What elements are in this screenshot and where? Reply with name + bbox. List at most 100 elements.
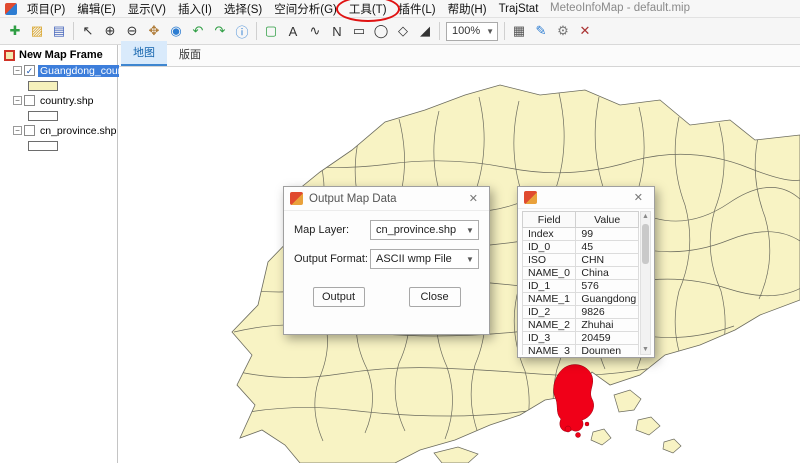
table-row[interactable]: ID_29826 xyxy=(523,306,639,319)
tab-layout[interactable]: 版面 xyxy=(167,43,213,66)
polyline-tool-icon[interactable]: ∿ xyxy=(304,20,326,42)
open-file-icon[interactable]: ▨ xyxy=(26,20,48,42)
zoom-in-icon[interactable]: ⊕ xyxy=(99,20,121,42)
save-icon[interactable]: ▤ xyxy=(48,20,70,42)
table-row[interactable]: ID_1576 xyxy=(523,280,639,293)
layer-row[interactable]: −✓Guangdong_county.shp xyxy=(0,63,117,78)
dialog-titlebar[interactable]: ✕ xyxy=(518,187,654,209)
attribute-table: Field Value Index99ID_045ISOCHNNAME_0Chi… xyxy=(522,211,639,355)
table-row[interactable]: ISOCHN xyxy=(523,254,639,267)
collapse-icon[interactable]: − xyxy=(13,66,22,75)
value-cell: Doumen xyxy=(576,345,639,356)
layer-color-swatch[interactable] xyxy=(28,141,58,151)
zoom-level-value: 100% xyxy=(452,25,480,37)
window-title: MeteoInfoMap - default.mip xyxy=(550,2,690,14)
zoom-previous-icon[interactable]: ↶ xyxy=(187,20,209,42)
value-cell: Zhuhai xyxy=(576,319,639,332)
layer-swatch-row xyxy=(0,108,117,123)
scrollbar-thumb[interactable] xyxy=(642,224,649,264)
layer-row[interactable]: − country.shp xyxy=(0,93,117,108)
table-row[interactable]: NAME_3Doumen xyxy=(523,345,639,356)
toolbar-separator xyxy=(73,22,74,40)
map-layer-value: cn_province.shp xyxy=(376,224,456,236)
layer-name-label[interactable]: cn_province.shp xyxy=(38,125,118,137)
scroll-down-icon[interactable]: ▼ xyxy=(641,346,650,353)
collapse-icon[interactable]: − xyxy=(13,96,22,105)
scroll-up-icon[interactable]: ▲ xyxy=(641,213,650,220)
column-header-value[interactable]: Value xyxy=(576,212,639,228)
chevron-down-icon: ▼ xyxy=(462,221,478,239)
settings-icon[interactable]: ⚙ xyxy=(552,20,574,42)
table-row[interactable]: ID_320459 xyxy=(523,332,639,345)
zoom-next-icon[interactable]: ↷ xyxy=(209,20,231,42)
identify-icon[interactable]: ⓘ xyxy=(231,20,253,42)
north-arrow-icon[interactable]: N xyxy=(326,20,348,42)
tab-map[interactable]: 地图 xyxy=(121,41,167,66)
layer-color-swatch[interactable] xyxy=(28,111,58,121)
value-cell: 99 xyxy=(576,228,639,241)
menu-item-6[interactable]: 空间分析(G) xyxy=(268,0,343,19)
ellipse-tool-icon[interactable]: ◯ xyxy=(370,20,392,42)
layer-visibility-checkbox[interactable] xyxy=(24,95,35,106)
menu-item-10[interactable]: TrajStat xyxy=(493,1,545,17)
select-feature-icon[interactable]: ▢ xyxy=(260,20,282,42)
menu-items: 项目(P)编辑(E)显示(V)插入(I)选择(S)空间分析(G)工具(T)插件(… xyxy=(21,0,544,17)
edit-pencil-icon[interactable]: ✎ xyxy=(530,20,552,42)
collapse-icon[interactable]: − xyxy=(13,126,22,135)
label-tool-icon[interactable]: A xyxy=(282,20,304,42)
menu-item-8[interactable]: 插件(L) xyxy=(393,0,442,19)
menu-item-2[interactable]: 编辑(E) xyxy=(71,0,121,19)
layer-visibility-checkbox[interactable]: ✓ xyxy=(24,65,35,76)
field-cell: ID_1 xyxy=(523,280,576,293)
selected-county-highlight[interactable] xyxy=(554,365,594,438)
clear-icon[interactable]: ✕ xyxy=(574,20,596,42)
layer-swatch-row xyxy=(0,138,117,153)
view-tabs: 地图版面 xyxy=(119,45,800,67)
table-row[interactable]: NAME_0China xyxy=(523,267,639,280)
field-cell: ISO xyxy=(523,254,576,267)
output-format-select[interactable]: ASCII wmp File ▼ xyxy=(370,249,479,269)
map-layer-label: Map Layer: xyxy=(294,224,370,236)
menu-item-4[interactable]: 插入(I) xyxy=(172,0,218,19)
dialog-titlebar[interactable]: Output Map Data ✕ xyxy=(284,187,489,211)
close-button[interactable]: Close xyxy=(409,287,461,307)
close-icon[interactable]: ✕ xyxy=(629,189,648,206)
table-row[interactable]: NAME_1Guangdong xyxy=(523,293,639,306)
select-arrow-icon[interactable]: ↖ xyxy=(77,20,99,42)
output-map-data-dialog: Output Map Data ✕ Map Layer: cn_province… xyxy=(283,186,490,335)
add-frame-icon[interactable]: ✚ xyxy=(4,20,26,42)
full-extent-icon[interactable]: ◉ xyxy=(165,20,187,42)
table-row[interactable]: ID_045 xyxy=(523,241,639,254)
table-row[interactable]: NAME_2Zhuhai xyxy=(523,319,639,332)
dialog-icon xyxy=(524,191,537,204)
menu-bar: 项目(P)编辑(E)显示(V)插入(I)选择(S)空间分析(G)工具(T)插件(… xyxy=(0,0,800,18)
rectangle-tool-icon[interactable]: ▭ xyxy=(348,20,370,42)
layer-row[interactable]: − cn_province.shp xyxy=(0,123,117,138)
field-cell: Index xyxy=(523,228,576,241)
layer-name-label[interactable]: country.shp xyxy=(38,95,96,107)
zoom-level-select[interactable]: 100%▼ xyxy=(446,22,498,41)
polygon-tool-icon[interactable]: ◇ xyxy=(392,20,414,42)
toolbar-separator xyxy=(439,22,440,40)
layer-color-swatch[interactable] xyxy=(28,81,58,91)
menu-item-5[interactable]: 选择(S) xyxy=(218,0,268,19)
menu-item-3[interactable]: 显示(V) xyxy=(122,0,172,19)
field-cell: ID_2 xyxy=(523,306,576,319)
measure-icon[interactable]: ◢ xyxy=(414,20,436,42)
layer-visibility-checkbox[interactable] xyxy=(24,125,35,136)
menu-item-1[interactable]: 项目(P) xyxy=(21,0,71,19)
output-button[interactable]: Output xyxy=(313,287,365,307)
table-row[interactable]: Index99 xyxy=(523,228,639,241)
column-header-field[interactable]: Field xyxy=(523,212,576,228)
map-layer-select[interactable]: cn_province.shp ▼ xyxy=(370,220,479,240)
vertical-scrollbar[interactable]: ▲ ▼ xyxy=(640,211,651,355)
attribute-table-icon[interactable]: ▦ xyxy=(508,20,530,42)
value-cell: 20459 xyxy=(576,332,639,345)
value-cell: Guangdong xyxy=(576,293,639,306)
map-frame-row[interactable]: New Map Frame xyxy=(0,47,117,63)
zoom-out-icon[interactable]: ⊖ xyxy=(121,20,143,42)
menu-item-7[interactable]: 工具(T) xyxy=(343,0,393,19)
close-icon[interactable]: ✕ xyxy=(464,190,483,207)
menu-item-9[interactable]: 帮助(H) xyxy=(442,0,493,19)
pan-icon[interactable]: ✥ xyxy=(143,20,165,42)
